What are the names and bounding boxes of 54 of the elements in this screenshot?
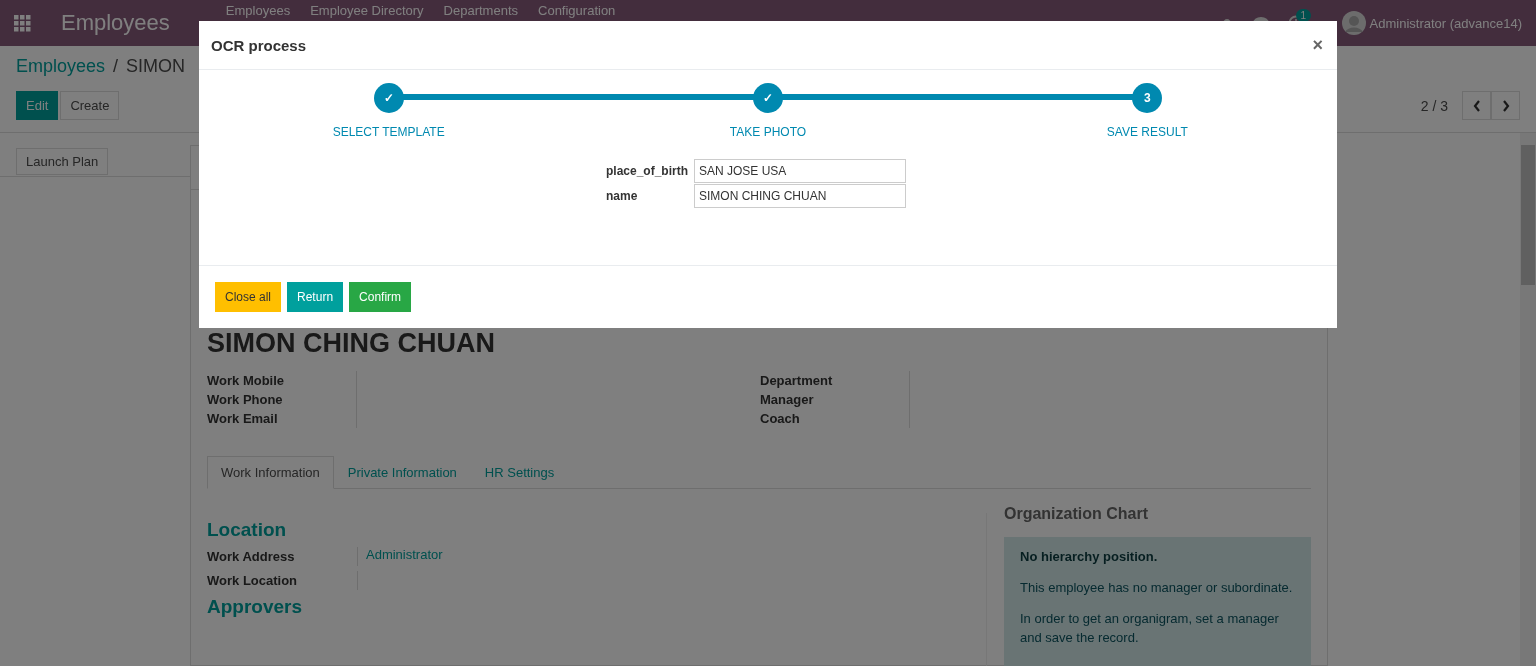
app-title: Employees	[61, 10, 170, 36]
close-all-button[interactable]: Close all	[215, 282, 282, 312]
step-label: TAKE PHOTO	[729, 125, 807, 139]
step-marker: 3	[1132, 83, 1163, 113]
confirm-button[interactable]: Confirm	[349, 282, 412, 312]
field-label: Work Email	[207, 410, 279, 428]
edit-button[interactable]: Edit	[16, 91, 59, 120]
section-title: Approvers	[207, 596, 304, 618]
step-label: SAVE RESULT	[1106, 125, 1188, 139]
employee-name: SIMON CHING CHUAN	[207, 328, 496, 359]
scrollbar[interactable]	[1520, 133, 1536, 666]
return-button[interactable]: Return	[287, 282, 344, 312]
info-text: In order to get an organigram, set a manager and save the record.	[1020, 610, 1280, 647]
field-label: Manager	[760, 391, 815, 409]
apps-menu-icon[interactable]	[14, 14, 31, 32]
field-label: Work Phone	[207, 391, 284, 409]
create-button[interactable]: Create	[60, 91, 120, 120]
info-heading: No hierarchy position.	[1020, 549, 1159, 564]
step-label: SELECT TEMPLATE	[332, 125, 445, 139]
field-label: Work Address	[207, 548, 296, 566]
dialog-title: OCR process	[211, 36, 307, 54]
tab[interactable]: Private Information	[333, 456, 471, 489]
avatar-icon[interactable]	[1341, 11, 1366, 35]
field-label: Department	[760, 372, 834, 390]
section-title: Organization Chart	[1004, 505, 1149, 523]
next-button[interactable]	[1491, 91, 1520, 120]
input-field[interactable]: SIMON CHING CHUAN	[694, 184, 906, 208]
breadcrumb-link[interactable]: Employees	[16, 56, 106, 82]
step-marker: ✓	[753, 83, 783, 113]
field-label: place_of_birth	[606, 164, 690, 178]
field-link[interactable]: Administrator	[366, 547, 443, 562]
menu-item[interactable]: Employees	[225, 3, 291, 18]
breadcrumb-separator: /	[113, 56, 119, 78]
input-field[interactable]: SAN JOSE USA	[694, 159, 906, 183]
field-label: Work Location	[207, 572, 299, 590]
chevron-left-icon[interactable]	[1472, 99, 1481, 112]
section-title: Location	[207, 519, 288, 541]
previous-button[interactable]	[1462, 91, 1491, 120]
menu-item[interactable]: Configuration	[538, 3, 616, 18]
field-label: name	[606, 189, 639, 203]
menu-item[interactable]: Employee Directory	[310, 3, 424, 18]
info-text: This employee has no manager or subordinate.	[1020, 579, 1294, 597]
launch-plan-button[interactable]: Launch Plan	[16, 148, 109, 175]
tab[interactable]: HR Settings	[470, 456, 569, 489]
pager-value: 2 / 3	[1420, 97, 1448, 114]
breadcrumb-current: SIMON	[126, 56, 186, 78]
tab[interactable]: Work Information	[207, 456, 334, 489]
close-button[interactable]: ×	[1310, 34, 1325, 56]
user-menu[interactable]: Administrator (advance14)	[1369, 15, 1522, 31]
chevron-right-icon[interactable]	[1501, 99, 1510, 112]
step-marker: ✓	[373, 83, 404, 113]
menu-item[interactable]: Departments	[443, 3, 518, 18]
field-label: Work Mobile	[207, 372, 286, 390]
field-label: Coach	[760, 410, 801, 428]
